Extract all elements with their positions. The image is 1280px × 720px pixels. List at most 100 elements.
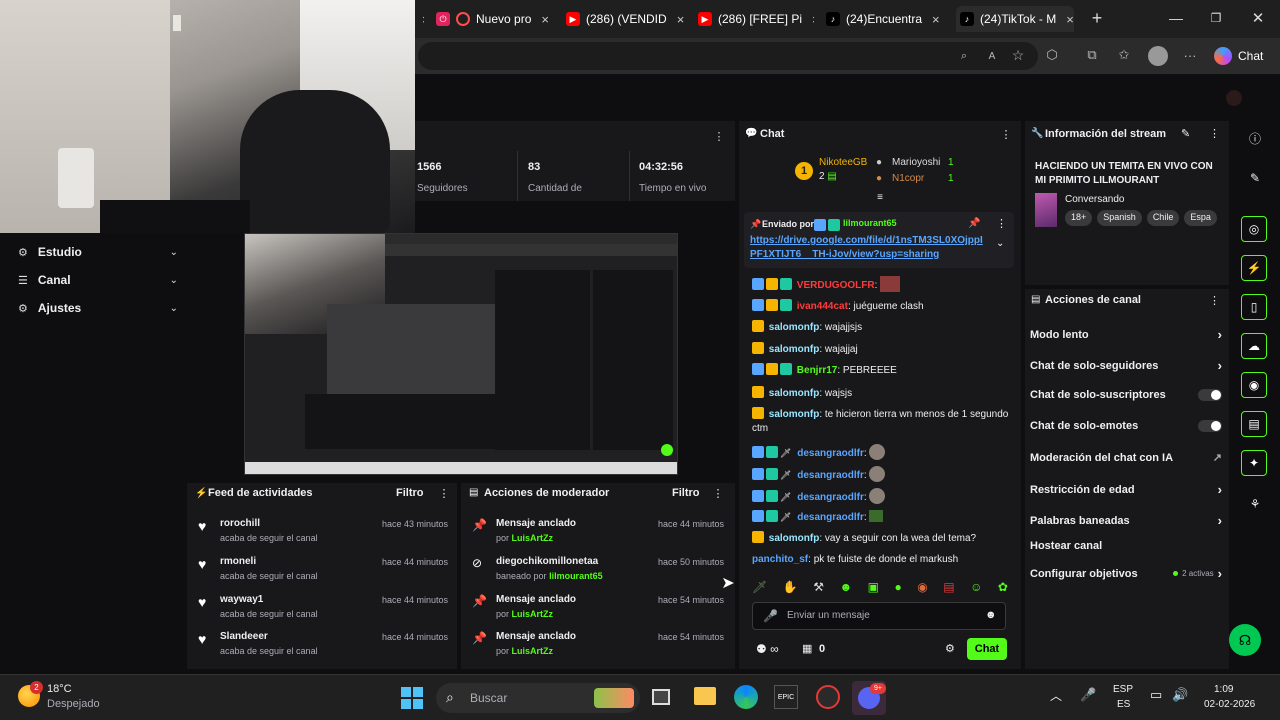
support-fab-icon[interactable]: ☊ [1229,624,1261,656]
epic-games-icon[interactable]: EPIC [774,685,798,709]
pinned-link[interactable]: https://drive.google.com/file/d/1nsTM3SL… [750,234,986,262]
document-tool-icon[interactable]: ▯ [1241,294,1267,320]
favorite-star-icon[interactable]: ☆ [1010,47,1026,63]
emote-icon[interactable]: ▣ [868,580,879,594]
action-followers-only[interactable]: Chat de solo-seguidores › [1030,358,1222,373]
chat-username[interactable]: salomonfp [769,409,820,420]
camera-tool-icon[interactable]: ◎ [1241,216,1267,242]
close-icon[interactable]: × [812,12,814,27]
emote-icon[interactable]: ✿ [998,580,1008,594]
windows-start-icon[interactable] [401,687,423,709]
gifter-name[interactable]: N1copr [892,173,924,184]
chat-username[interactable]: desangraodlfr [797,492,864,503]
stream-preview[interactable] [244,233,678,475]
emoji-icon[interactable]: ☻ [985,609,997,621]
mod-user[interactable]: LuisArtZz [512,646,554,656]
maximize-icon[interactable]: ❐ [1206,8,1226,28]
pencil-icon[interactable]: ✎ [1247,170,1263,186]
zoom-icon[interactable]: ⌕ [956,48,972,64]
obs-icon[interactable] [816,685,840,709]
wrench-tool-icon[interactable]: ✦ [1241,450,1267,476]
network-icon[interactable]: ▭ [1150,687,1162,703]
edge-browser-icon[interactable] [734,685,758,709]
feed-username[interactable]: rorochill [220,518,260,529]
copilot-button[interactable]: Chat [1214,46,1270,66]
minimize-icon[interactable]: — [1166,8,1186,28]
pin-icon[interactable]: 📌 [968,218,980,229]
task-view-icon[interactable] [652,689,670,705]
tab-youtube-1[interactable]: ▶ (286) (VENDID × [566,6,686,32]
filter-button[interactable]: Filtro [672,487,700,499]
gifter-name[interactable]: NikoteeGB [819,157,867,168]
mod-user[interactable]: lilmourant65 [549,571,603,581]
nav-item-estudio[interactable]: ⚙ Estudio ⌄ [18,243,178,261]
more-menu-icon[interactable]: ··· [1182,47,1198,63]
chat-input[interactable]: 🎤 Enviar un mensaje ☻ [752,602,1006,630]
mod-user[interactable]: LuisArtZz [512,533,554,543]
list-tool-icon[interactable]: ▤ [1241,411,1267,437]
mod-user[interactable]: LuisArtZz [512,609,554,619]
action-slow-mode[interactable]: Modo lento › [1030,327,1222,342]
broadcast-tool-icon[interactable]: ◉ [1241,372,1267,398]
window-close-icon[interactable]: ✕ [1248,8,1268,28]
gear-icon[interactable]: ⚙ [945,642,955,655]
emotes-only-toggle[interactable] [1198,420,1222,432]
tab-nuevo[interactable]: ⏻ Nuevo pro × [436,6,551,32]
feed-username[interactable]: rmoneli [220,556,256,567]
connections-icon[interactable]: ⚘ [1247,496,1263,512]
gifter-name[interactable]: Marioyoshi [892,157,940,168]
tag[interactable]: 18+ [1065,210,1093,226]
nav-item-canal[interactable]: ☰ Canal ⌄ [18,271,178,289]
more-options-icon[interactable]: ⋮ [1209,127,1220,140]
chat-username[interactable]: VERDUGOOLFR [797,280,875,291]
chevron-up-icon[interactable]: ︿ [1050,687,1062,704]
chat-username[interactable]: ivan444cat [797,301,848,312]
points-icon[interactable]: ⚉ ∞ [756,642,779,656]
chevron-down-icon[interactable]: ⌄ [996,238,1004,249]
tab-fragment[interactable]: × [418,6,424,32]
chat-username[interactable]: desangraodlfr [797,470,864,481]
new-tab-icon[interactable]: + [1088,8,1106,28]
chat-username[interactable]: salomonfp [769,533,820,544]
feed-username[interactable]: wayway1 [220,594,263,605]
action-banned-words[interactable]: Palabras baneadas › [1030,513,1222,528]
chat-tool-icon[interactable]: ☁ [1241,333,1267,359]
tag[interactable]: Chile [1146,210,1180,226]
pinned-user[interactable]: lilmourant65 [843,218,897,228]
emote-icon[interactable]: ● [895,580,902,594]
close-icon[interactable]: × [422,12,424,27]
collapse-icon[interactable]: ≡ [874,192,886,203]
chat-username[interactable]: salomonfp [769,344,820,355]
language-bottom[interactable]: ES [1117,699,1130,710]
edit-icon[interactable]: ✎ [1181,127,1190,140]
emote-icon[interactable]: ◉ [917,580,927,594]
more-options-icon[interactable]: ⋮ [712,129,726,143]
chat-username[interactable]: Benjrr17 [797,365,838,376]
send-chat-button[interactable]: Chat [967,638,1007,660]
address-bar[interactable] [418,42,1038,70]
tab-tiktok-active[interactable]: ♪ (24)TikTok - M × [956,6,1074,32]
volume-icon[interactable]: 🔊 [1172,687,1188,703]
more-options-icon[interactable]: ⋮ [713,487,724,500]
close-icon[interactable]: × [677,12,685,27]
lightning-tool-icon[interactable]: ⚡ [1241,255,1267,281]
microphone-icon[interactable]: 🎤 [763,609,778,623]
weather-desc[interactable]: Despejado [47,698,100,710]
emote-icon[interactable]: ▤ [943,580,954,594]
profile-avatar[interactable] [1148,46,1168,66]
chat-username[interactable]: desangraodlfr [797,448,864,459]
emote-icon[interactable]: ☻ [840,580,853,594]
favorites-icon[interactable]: ✩ [1116,47,1132,63]
file-explorer-icon[interactable] [694,687,716,705]
chat-username[interactable]: panchito_sf [752,554,808,565]
action-host-channel[interactable]: Hostear canal [1030,540,1222,552]
subscribers-only-toggle[interactable] [1198,389,1222,401]
more-options-icon[interactable]: ⋮ [996,217,1007,230]
taskbar-search[interactable]: ⌕ Buscar [436,683,640,713]
chat-username[interactable]: salomonfp [769,322,820,333]
emote-icon[interactable]: ⚒ [813,580,824,594]
tab-youtube-2[interactable]: ▶ (286) [FREE] Pi × [698,6,814,32]
info-icon[interactable]: ⓘ [1247,130,1263,146]
read-aloud-icon[interactable]: A [984,48,1000,64]
category-thumbnail[interactable] [1035,193,1057,227]
